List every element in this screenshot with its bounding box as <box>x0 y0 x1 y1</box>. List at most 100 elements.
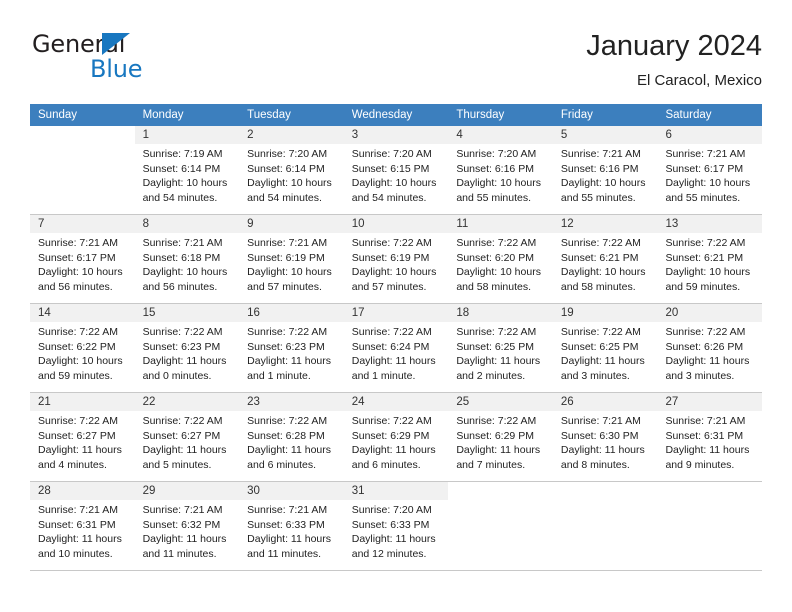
calendar-day-cell[interactable]: 1 Sunrise: 7:19 AM Sunset: 6:14 PM Daylight… <box>134 126 240 214</box>
day-number: 28 <box>30 482 135 500</box>
calendar-day-cell[interactable]: 14 Sunrise: 7:22 AM Sunset: 6:22 PM Dayligh… <box>30 304 135 392</box>
generalblue-logo[interactable]: General Blue <box>30 30 250 88</box>
day-details: Sunrise: 7:21 AM Sunset: 6:32 PM Daylight:… <box>135 500 240 561</box>
day-details: Sunrise: 7:22 AM Sunset: 6:28 PM Daylight:… <box>239 411 344 472</box>
daylight-text-line1: Daylight: 11 hours <box>456 444 541 457</box>
calendar-day-cell[interactable]: 8 Sunrise: 7:21 AM Sunset: 6:18 PM Daylight… <box>134 215 240 303</box>
calendar-day-cell[interactable]: 20 Sunrise: 7:22 AM Sunset: 6:26 PM Dayligh… <box>657 304 763 392</box>
day-details: Sunrise: 7:22 AM Sunset: 6:24 PM Daylight:… <box>344 322 449 383</box>
sunset-text: Sunset: 6:29 PM <box>456 429 534 442</box>
sunset-text: Sunset: 6:27 PM <box>38 429 116 442</box>
daylight-text-line2: and 3 minutes. <box>665 369 735 382</box>
calendar-day-cell[interactable]: 16 Sunrise: 7:22 AM Sunset: 6:23 PM Dayligh… <box>239 304 344 392</box>
calendar-weeks: 1 Sunrise: 7:19 AM Sunset: 6:14 PM Daylight… <box>30 126 763 571</box>
calendar-day-cell[interactable]: 22 Sunrise: 7:22 AM Sunset: 6:27 PM Dayligh… <box>134 393 240 481</box>
daylight-text-line1: Daylight: 10 hours <box>351 266 437 279</box>
day-number: 21 <box>30 393 135 411</box>
day-number: 12 <box>552 215 658 233</box>
calendar-day-cell[interactable]: 5 Sunrise: 7:21 AM Sunset: 6:16 PM Daylight… <box>552 126 658 214</box>
calendar-day-cell[interactable]: 25 Sunrise: 7:22 AM Sunset: 6:29 PM Dayligh… <box>448 393 553 481</box>
day-details: Sunrise: 7:22 AM Sunset: 6:26 PM Daylight:… <box>657 322 762 383</box>
daylight-text-line1: Daylight: 10 hours <box>456 177 541 190</box>
calendar-day-cell[interactable]: 9 Sunrise: 7:21 AM Sunset: 6:19 PM Daylight… <box>239 215 344 303</box>
calendar-day-cell[interactable]: 6 Sunrise: 7:21 AM Sunset: 6:17 PM Daylight… <box>657 126 763 214</box>
daylight-text-line2: and 7 minutes. <box>456 458 526 471</box>
calendar-day-cell[interactable]: 2 Sunrise: 7:20 AM Sunset: 6:14 PM Daylight… <box>239 126 344 214</box>
calendar-empty-cell <box>657 482 763 570</box>
sunrise-text: Sunrise: 7:21 AM <box>665 415 746 427</box>
day-number: 23 <box>239 393 344 411</box>
calendar-day-cell[interactable]: 10 Sunrise: 7:22 AM Sunset: 6:19 PM Dayligh… <box>343 215 449 303</box>
daylight-text-line1: Daylight: 11 hours <box>351 355 436 368</box>
calendar-day-cell[interactable]: 7 Sunrise: 7:21 AM Sunset: 6:17 PM Daylight… <box>30 215 135 303</box>
sunset-text: Sunset: 6:17 PM <box>38 251 116 264</box>
daylight-text-line2: and 1 minute. <box>351 369 416 382</box>
day-number: 19 <box>552 304 658 322</box>
day-details: Sunrise: 7:22 AM Sunset: 6:27 PM Daylight:… <box>135 411 240 472</box>
calendar-day-cell[interactable]: 31 Sunrise: 7:20 AM Sunset: 6:33 PM Dayligh… <box>343 482 449 570</box>
sunrise-text: Sunrise: 7:22 AM <box>351 237 432 249</box>
daylight-text-line1: Daylight: 10 hours <box>351 177 437 190</box>
calendar-day-cell[interactable]: 27 Sunrise: 7:21 AM Sunset: 6:31 PM Dayligh… <box>657 393 763 481</box>
sunset-text: Sunset: 6:31 PM <box>38 518 116 531</box>
daylight-text-line2: and 3 minutes. <box>560 369 630 382</box>
calendar-empty-cell <box>552 482 658 570</box>
day-details: Sunrise: 7:21 AM Sunset: 6:30 PM Daylight:… <box>553 411 658 472</box>
daylight-text-line2: and 58 minutes. <box>560 280 636 293</box>
calendar-day-cell[interactable]: 11 Sunrise: 7:22 AM Sunset: 6:20 PM Dayligh… <box>448 215 553 303</box>
calendar-day-cell[interactable]: 18 Sunrise: 7:22 AM Sunset: 6:25 PM Dayligh… <box>448 304 553 392</box>
sunrise-text: Sunrise: 7:21 AM <box>247 237 328 249</box>
calendar-day-cell[interactable]: 26 Sunrise: 7:21 AM Sunset: 6:30 PM Dayligh… <box>552 393 658 481</box>
daylight-text-line2: and 2 minutes. <box>456 369 526 382</box>
daylight-text-line2: and 54 minutes. <box>247 191 322 204</box>
calendar-day-cell[interactable]: 23 Sunrise: 7:22 AM Sunset: 6:28 PM Dayligh… <box>239 393 344 481</box>
day-number: 25 <box>448 393 553 411</box>
day-details: Sunrise: 7:20 AM Sunset: 6:14 PM Daylight:… <box>239 144 344 205</box>
day-details: Sunrise: 7:22 AM Sunset: 6:20 PM Daylight:… <box>448 233 553 294</box>
day-details: Sunrise: 7:21 AM Sunset: 6:18 PM Daylight:… <box>135 233 240 294</box>
calendar-day-cell[interactable]: 29 Sunrise: 7:21 AM Sunset: 6:32 PM Dayligh… <box>134 482 240 570</box>
calendar-week-row: 7 Sunrise: 7:21 AM Sunset: 6:17 PM Daylight… <box>30 215 763 304</box>
sunset-text: Sunset: 6:19 PM <box>351 251 430 264</box>
daylight-text-line1: Daylight: 10 hours <box>247 266 332 279</box>
calendar-day-cell[interactable]: 4 Sunrise: 7:20 AM Sunset: 6:16 PM Daylight… <box>448 126 553 214</box>
daylight-text-line1: Daylight: 10 hours <box>247 177 332 190</box>
day-details: Sunrise: 7:20 AM Sunset: 6:16 PM Daylight:… <box>448 144 553 205</box>
sunrise-text: Sunrise: 7:21 AM <box>142 237 223 249</box>
calendar-day-cell[interactable]: 28 Sunrise: 7:21 AM Sunset: 6:31 PM Dayligh… <box>30 482 135 570</box>
sunset-text: Sunset: 6:16 PM <box>560 162 639 175</box>
day-number: 30 <box>239 482 344 500</box>
day-number: 14 <box>30 304 135 322</box>
sunrise-text: Sunrise: 7:19 AM <box>142 148 223 160</box>
daylight-text-line2: and 56 minutes. <box>38 280 113 293</box>
daylight-text-line2: and 54 minutes. <box>142 191 218 204</box>
sunrise-text: Sunrise: 7:20 AM <box>351 504 432 516</box>
calendar-day-cell[interactable]: 15 Sunrise: 7:22 AM Sunset: 6:23 PM Dayligh… <box>134 304 240 392</box>
calendar-day-cell[interactable]: 3 Sunrise: 7:20 AM Sunset: 6:15 PM Daylight… <box>343 126 449 214</box>
sunset-text: Sunset: 6:21 PM <box>560 251 639 264</box>
sunset-text: Sunset: 6:31 PM <box>665 429 744 442</box>
daylight-text-line1: Daylight: 11 hours <box>560 444 645 457</box>
daylight-text-line2: and 12 minutes. <box>351 547 427 560</box>
daylight-text-line1: Daylight: 11 hours <box>665 444 750 457</box>
calendar-day-cell[interactable]: 13 Sunrise: 7:22 AM Sunset: 6:21 PM Dayligh… <box>657 215 763 303</box>
calendar-day-cell[interactable]: 19 Sunrise: 7:22 AM Sunset: 6:25 PM Dayligh… <box>552 304 658 392</box>
sunset-text: Sunset: 6:14 PM <box>247 162 325 175</box>
sunset-text: Sunset: 6:21 PM <box>665 251 744 264</box>
day-details: Sunrise: 7:22 AM Sunset: 6:23 PM Daylight:… <box>135 322 240 383</box>
calendar-day-cell[interactable]: 24 Sunrise: 7:22 AM Sunset: 6:29 PM Dayligh… <box>343 393 449 481</box>
daylight-text-line2: and 59 minutes. <box>665 280 741 293</box>
triangle-icon <box>102 33 130 55</box>
daylight-text-line1: Daylight: 11 hours <box>38 533 122 546</box>
day-number: 11 <box>448 215 553 233</box>
calendar-day-cell[interactable]: 17 Sunrise: 7:22 AM Sunset: 6:24 PM Dayligh… <box>343 304 449 392</box>
day-number: 22 <box>134 393 240 411</box>
day-details: Sunrise: 7:20 AM Sunset: 6:33 PM Daylight:… <box>344 500 449 561</box>
day-details: Sunrise: 7:22 AM Sunset: 6:19 PM Daylight:… <box>344 233 449 294</box>
calendar-day-cell[interactable]: 21 Sunrise: 7:22 AM Sunset: 6:27 PM Dayligh… <box>30 393 135 481</box>
day-number: 5 <box>552 126 658 144</box>
calendar-day-cell[interactable]: 12 Sunrise: 7:22 AM Sunset: 6:21 PM Dayligh… <box>552 215 658 303</box>
calendar-day-cell[interactable]: 30 Sunrise: 7:21 AM Sunset: 6:33 PM Dayligh… <box>239 482 344 570</box>
daylight-text-line2: and 11 minutes. <box>247 547 322 560</box>
daylight-text-line1: Daylight: 10 hours <box>38 266 123 279</box>
